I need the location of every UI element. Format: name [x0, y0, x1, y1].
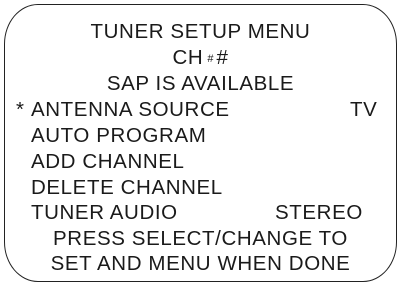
menu-item-label: ADD CHANNEL — [31, 150, 185, 173]
menu-item-label: ANTENNA SOURCE — [31, 98, 230, 121]
instructions-line-1: PRESS SELECT/CHANGE TO — [53, 227, 348, 250]
menu-item-delete-channel[interactable]: DELETE CHANNEL — [31, 176, 223, 200]
instructions-line-2: SET AND MENU WHEN DONE — [50, 252, 351, 275]
antenna-source-value: TV — [350, 98, 378, 121]
menu-item-label: AUTO PROGRAM — [31, 124, 207, 147]
menu-item-add-channel[interactable]: ADD CHANNEL — [31, 150, 185, 174]
channel-digit: # — [216, 46, 229, 69]
menu-item-auto-program[interactable]: AUTO PROGRAM — [31, 124, 206, 148]
menu-item-tuner-audio[interactable]: TUNER AUDIO — [31, 201, 178, 225]
sap-status: SAP IS AVAILABLE — [106, 72, 295, 95]
tuner-audio-value: STEREO — [275, 201, 363, 224]
channel-digit-small: # — [207, 53, 214, 65]
channel-indicator: CH # # — [0, 46, 401, 71]
channel-prefix: CH — [172, 46, 204, 69]
menu-item-antenna-source[interactable]: * ANTENNA SOURCE — [16, 98, 230, 122]
menu-item-label: DELETE CHANNEL — [31, 176, 223, 199]
menu-title: TUNER SETUP MENU — [90, 20, 311, 43]
menu-item-label: TUNER AUDIO — [31, 201, 178, 224]
selection-marker: * — [16, 98, 25, 121]
